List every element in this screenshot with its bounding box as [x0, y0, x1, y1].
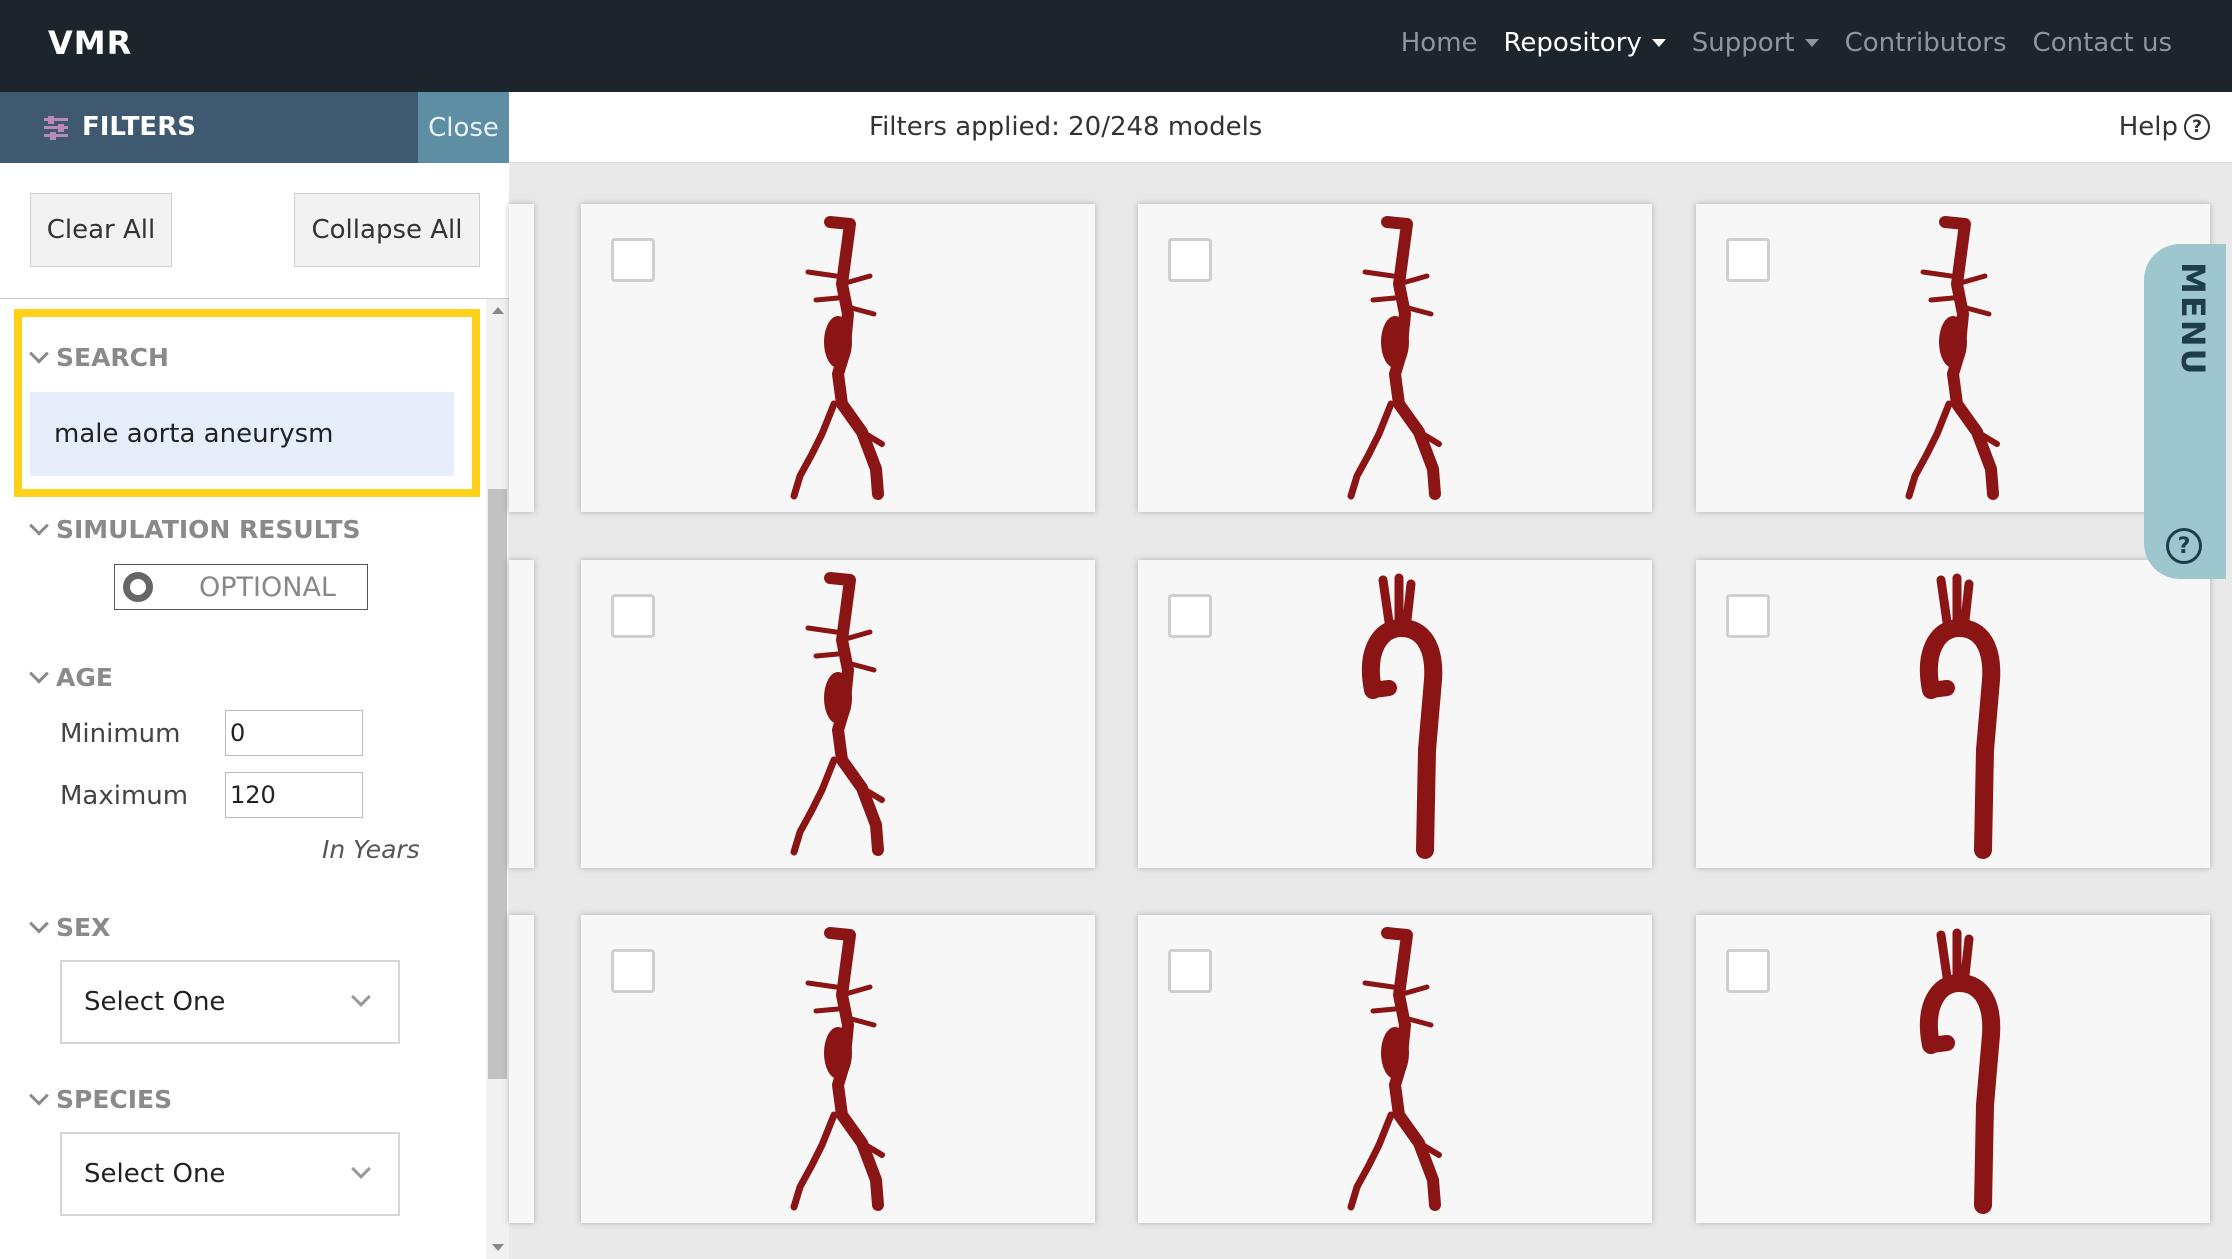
model-card[interactable]: [1696, 915, 2210, 1223]
vessel-model-thumbnail: [1347, 927, 1442, 1211]
model-select-checkbox[interactable]: [1168, 949, 1212, 993]
model-card-partial[interactable]: [509, 915, 534, 1223]
section-search[interactable]: SEARCH: [29, 343, 169, 372]
caret-down-icon: [1651, 39, 1666, 47]
vessel-model-thumbnail: [1361, 573, 1443, 859]
model-card[interactable]: [581, 204, 1095, 512]
navbar: VMR Home Repository Support Contributors…: [0, 0, 2232, 92]
model-select-checkbox[interactable]: [611, 594, 655, 638]
nav-contact-us[interactable]: Contact us: [2033, 28, 2172, 58]
model-select-checkbox[interactable]: [611, 949, 655, 993]
model-select-checkbox[interactable]: [1726, 949, 1770, 993]
simulation-results-toggle[interactable]: OPTIONAL: [114, 564, 368, 610]
toggle-label: OPTIONAL: [199, 571, 336, 603]
side-menu-tab[interactable]: MENU ?: [2144, 244, 2226, 579]
age-unit-hint: In Years: [322, 835, 420, 864]
brand-logo[interactable]: VMR: [48, 24, 132, 62]
vessel-model-thumbnail: [1905, 216, 2000, 500]
age-maximum-label: Maximum: [60, 781, 189, 811]
filter-actions: Clear All Collapse All: [0, 163, 509, 299]
question-circle-icon: ?: [2184, 114, 2210, 140]
sidebar-scrollbar[interactable]: [486, 299, 509, 1259]
model-card-partial[interactable]: [509, 560, 534, 868]
chevron-down-icon: [351, 1159, 371, 1179]
model-select-checkbox[interactable]: [1726, 594, 1770, 638]
model-card[interactable]: [1138, 560, 1652, 868]
chevron-down-icon: [29, 1085, 49, 1106]
model-select-checkbox[interactable]: [1726, 238, 1770, 282]
vessel-model-thumbnail: [1919, 928, 2001, 1214]
model-card[interactable]: [1138, 915, 1652, 1223]
model-card[interactable]: [581, 560, 1095, 868]
chevron-down-icon: [351, 987, 371, 1007]
age-minimum-label: Minimum: [60, 719, 181, 749]
scroll-thumb[interactable]: [488, 489, 507, 1079]
nav-menu: Home Repository Support Contributors Con…: [1401, 28, 2172, 58]
vessel-model-thumbnail: [790, 927, 885, 1211]
vessel-model-thumbnail: [1919, 573, 2001, 859]
nav-home[interactable]: Home: [1401, 28, 1478, 58]
vessel-model-thumbnail: [790, 216, 885, 500]
model-card[interactable]: [1696, 204, 2210, 512]
close-filters-button[interactable]: Close: [418, 92, 509, 163]
age-maximum-input[interactable]: [225, 772, 363, 818]
section-simulation-title: SIMULATION RESULTS: [56, 515, 361, 544]
chevron-down-icon: [29, 663, 49, 684]
nav-repository[interactable]: Repository: [1504, 28, 1666, 58]
filters-title: FILTERS: [44, 112, 196, 142]
sex-select-value: Select One: [84, 987, 226, 1017]
nav-contributors[interactable]: Contributors: [1845, 28, 2007, 58]
help-link[interactable]: Help ?: [2119, 112, 2210, 142]
chevron-down-icon: [29, 913, 49, 934]
section-age-title: AGE: [56, 663, 113, 692]
model-card[interactable]: [1696, 560, 2210, 868]
nav-support-label: Support: [1691, 28, 1795, 58]
section-age[interactable]: AGE: [29, 663, 113, 692]
sliders-icon: [44, 116, 68, 140]
model-select-checkbox[interactable]: [611, 238, 655, 282]
nav-support[interactable]: Support: [1692, 28, 1819, 58]
model-card[interactable]: [581, 915, 1095, 1223]
nav-home-label: Home: [1400, 28, 1478, 58]
filters-header: FILTERS: [0, 92, 418, 163]
section-simulation-results[interactable]: SIMULATION RESULTS: [29, 515, 361, 544]
help-label: Help: [2118, 112, 2178, 142]
chevron-down-icon: [29, 515, 49, 536]
species-select[interactable]: Select One: [60, 1132, 400, 1216]
nav-contact-label: Contact us: [2032, 28, 2172, 58]
status-bar: Filters applied: 20/248 models Help ?: [509, 92, 2232, 163]
model-card-partial[interactable]: [509, 204, 534, 512]
section-sex[interactable]: SEX: [29, 913, 111, 942]
age-minimum-input[interactable]: [225, 710, 363, 756]
search-input[interactable]: [30, 392, 454, 476]
chevron-down-icon: [29, 343, 49, 364]
scroll-down-arrow-icon[interactable]: [492, 1244, 504, 1251]
section-sex-title: SEX: [56, 913, 111, 942]
filters-sidebar: Clear All Collapse All SEARCH SIMULATION…: [0, 163, 509, 1259]
species-select-value: Select One: [84, 1159, 226, 1189]
vessel-model-thumbnail: [1347, 216, 1442, 500]
nav-repository-label: Repository: [1503, 28, 1642, 58]
clear-all-button[interactable]: Clear All: [30, 193, 172, 267]
section-species[interactable]: SPECIES: [29, 1085, 173, 1114]
menu-tab-label: MENU: [2174, 262, 2212, 377]
model-select-checkbox[interactable]: [1168, 238, 1212, 282]
scroll-up-arrow-icon[interactable]: [492, 307, 504, 314]
nav-contributors-label: Contributors: [1844, 28, 2007, 58]
model-select-checkbox[interactable]: [1168, 594, 1212, 638]
section-search-title: SEARCH: [56, 343, 169, 372]
question-circle-icon[interactable]: ?: [2166, 528, 2202, 564]
collapse-all-button[interactable]: Collapse All: [294, 193, 480, 267]
filters-applied-count: Filters applied: 20/248 models: [869, 112, 1263, 142]
section-species-title: SPECIES: [56, 1085, 173, 1114]
toggle-knob: [123, 572, 153, 602]
sex-select[interactable]: Select One: [60, 960, 400, 1044]
filters-title-label: FILTERS: [82, 112, 196, 142]
vessel-model-thumbnail: [790, 572, 885, 856]
caret-down-icon: [1804, 39, 1819, 47]
model-card[interactable]: [1138, 204, 1652, 512]
